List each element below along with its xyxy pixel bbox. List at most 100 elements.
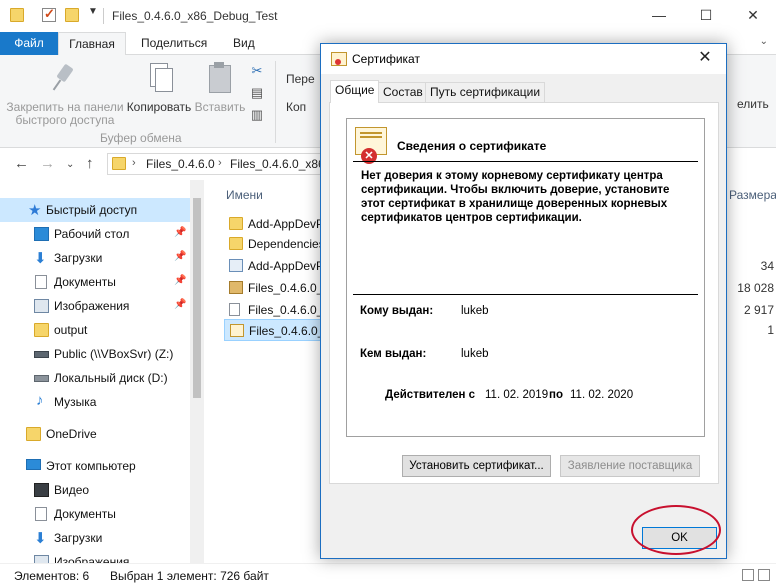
- nav-label: Музыка: [54, 395, 97, 409]
- download-icon: ⬇: [34, 250, 47, 267]
- install-certificate-button[interactable]: Установить сертификат...: [402, 455, 551, 477]
- file-name: Dependencies: [248, 237, 325, 251]
- address-bar[interactable]: › Files_0.4.6.0 › Files_0.4.6.0_x86_: [107, 153, 337, 175]
- tab-details[interactable]: Состав: [378, 82, 428, 102]
- nav-item-desktop[interactable]: Рабочий стол 📌: [0, 222, 190, 246]
- nav-item-onedrive[interactable]: OneDrive: [0, 422, 190, 446]
- navigation-pane: ★ Быстрый доступ Рабочий стол 📌 ⬇ Загруз…: [0, 180, 204, 563]
- tab-general[interactable]: Общие: [330, 80, 380, 103]
- certificate-info-box: ✕ Сведения о сертификате Нет доверия к э…: [346, 118, 705, 437]
- breadcrumb-separator-icon: ›: [218, 157, 222, 169]
- pictures-icon: [34, 555, 49, 563]
- back-icon[interactable]: ←: [14, 155, 29, 172]
- details-view-icon[interactable]: [742, 569, 754, 581]
- computer-icon: [26, 459, 41, 470]
- properties-icon[interactable]: [42, 6, 56, 22]
- nav-item-pictures[interactable]: Изображения 📌: [0, 294, 190, 318]
- chevron-down-icon[interactable]: ⌄: [760, 36, 768, 47]
- issued-to-value: lukeb: [461, 305, 489, 317]
- close-icon[interactable]: ✕: [730, 0, 776, 32]
- certificate-icon: [230, 324, 244, 337]
- window-title: Files_0.4.6.0_x86_Debug_Test: [112, 9, 278, 23]
- tab-view[interactable]: Вид: [221, 32, 267, 55]
- paste-shortcut-icon[interactable]: ▥: [249, 107, 265, 123]
- close-icon[interactable]: ✕: [690, 48, 720, 70]
- file-name: Files_0.4.6.0_x: [249, 324, 331, 338]
- nav-item-output[interactable]: output: [0, 318, 190, 342]
- nav-item-downloads[interactable]: ⬇ Загрузки 📌: [0, 246, 190, 270]
- cut-icon[interactable]: ✂: [249, 63, 265, 79]
- nav-item-documents[interactable]: Документы 📌: [0, 270, 190, 294]
- move-to-button[interactable]: Пере: [286, 72, 315, 86]
- nav-item-public-share[interactable]: Public (\\VBoxSvr) (Z:): [0, 342, 190, 366]
- nav-label: Документы: [54, 275, 116, 289]
- explorer-titlebar: ▼ Files_0.4.6.0_x86_Debug_Test — ☐ ✕: [0, 0, 776, 32]
- nav-label: Рабочий стол: [54, 227, 130, 241]
- breadcrumb-item[interactable]: Files_0.4.6.0_x86_: [230, 157, 331, 171]
- copy-label: Копировать: [126, 100, 192, 114]
- new-folder-icon[interactable]: [65, 8, 79, 22]
- forward-icon[interactable]: →: [40, 155, 55, 172]
- tab-home[interactable]: Главная: [58, 32, 126, 56]
- nav-label: Быстрый доступ: [46, 203, 138, 217]
- nav-label: Изображения: [54, 299, 130, 313]
- certificate-dialog: Сертификат ✕ Общие Состав Путь сертифика…: [320, 43, 727, 559]
- pin-label-line2: быстрого доступа: [15, 113, 115, 127]
- folder-icon: [229, 237, 243, 250]
- nav-label: Документы: [54, 507, 116, 521]
- documents-icon: [35, 507, 47, 521]
- valid-from-label: Действителен с: [385, 389, 476, 401]
- copy-to-button[interactable]: Коп: [286, 100, 306, 114]
- issuer-statement-button[interactable]: Заявление поставщика: [560, 455, 700, 477]
- breadcrumb-item[interactable]: Files_0.4.6.0: [146, 157, 215, 171]
- nav-item-downloads-pc[interactable]: ⬇ Загрузки: [0, 526, 190, 550]
- divider: [103, 8, 104, 24]
- up-icon[interactable]: ↑: [86, 155, 94, 172]
- dialog-title: Сертификат: [352, 52, 420, 66]
- divider: [353, 161, 698, 162]
- minimize-icon[interactable]: —: [636, 0, 682, 32]
- tab-certification-path[interactable]: Путь сертификации: [425, 82, 546, 102]
- divider: [353, 294, 698, 295]
- desktop-icon: [34, 227, 49, 241]
- nav-item-music[interactable]: ♪ Музыка: [0, 390, 190, 414]
- paste-label: Вставить: [194, 100, 246, 114]
- copy-path-icon[interactable]: ▤: [249, 85, 265, 101]
- nav-item-local-disk[interactable]: Локальный диск (D:): [0, 366, 190, 390]
- tab-file[interactable]: Файл: [0, 32, 58, 55]
- nav-item-documents-pc[interactable]: Документы: [0, 502, 190, 526]
- nav-item-quick-access[interactable]: ★ Быстрый доступ: [0, 198, 190, 222]
- pin-icon: 📌: [174, 275, 187, 286]
- paste-button[interactable]: Вставить: [194, 61, 246, 114]
- nav-label: output: [54, 323, 88, 337]
- file-size: 2 917: [743, 303, 774, 317]
- file-size: 34: [760, 259, 774, 273]
- copy-button[interactable]: Копировать: [126, 61, 192, 114]
- file-size: 18 028: [737, 281, 774, 295]
- nav-item-this-pc[interactable]: Этот компьютер: [0, 454, 190, 478]
- scrollbar-thumb[interactable]: [193, 198, 201, 398]
- breadcrumb-separator-icon: ›: [132, 157, 136, 169]
- info-title: Сведения о сертификате: [397, 139, 547, 153]
- nav-item-videos[interactable]: Видео: [0, 478, 190, 502]
- drive-icon: [34, 375, 49, 382]
- column-header-size[interactable]: Размера: [729, 188, 776, 202]
- recent-dropdown-icon[interactable]: ⌄: [66, 159, 74, 170]
- tab-share[interactable]: Поделиться: [129, 32, 219, 55]
- pin-quick-access-button[interactable]: Закрепить на панели быстрого доступа: [6, 61, 124, 127]
- status-item-count: Элементов: 6: [14, 569, 90, 583]
- quick-access-dropdown-icon[interactable]: ▼: [88, 6, 98, 17]
- pin-icon: 📌: [174, 251, 187, 262]
- ok-button[interactable]: OK: [642, 527, 717, 549]
- select-button[interactable]: елить: [737, 97, 769, 111]
- column-header-name[interactable]: Имени: [226, 188, 263, 202]
- large-icons-view-icon[interactable]: [758, 569, 770, 581]
- nav-label: Загрузки: [54, 251, 103, 265]
- nav-scrollbar[interactable]: [190, 180, 204, 563]
- certificate-icon: [331, 52, 347, 66]
- documents-icon: [35, 275, 47, 289]
- issued-by-value: lukeb: [461, 348, 489, 360]
- paste-icon: [205, 61, 235, 95]
- maximize-icon[interactable]: ☐: [683, 0, 729, 32]
- nav-item-pictures-pc[interactable]: Изображения: [0, 550, 190, 563]
